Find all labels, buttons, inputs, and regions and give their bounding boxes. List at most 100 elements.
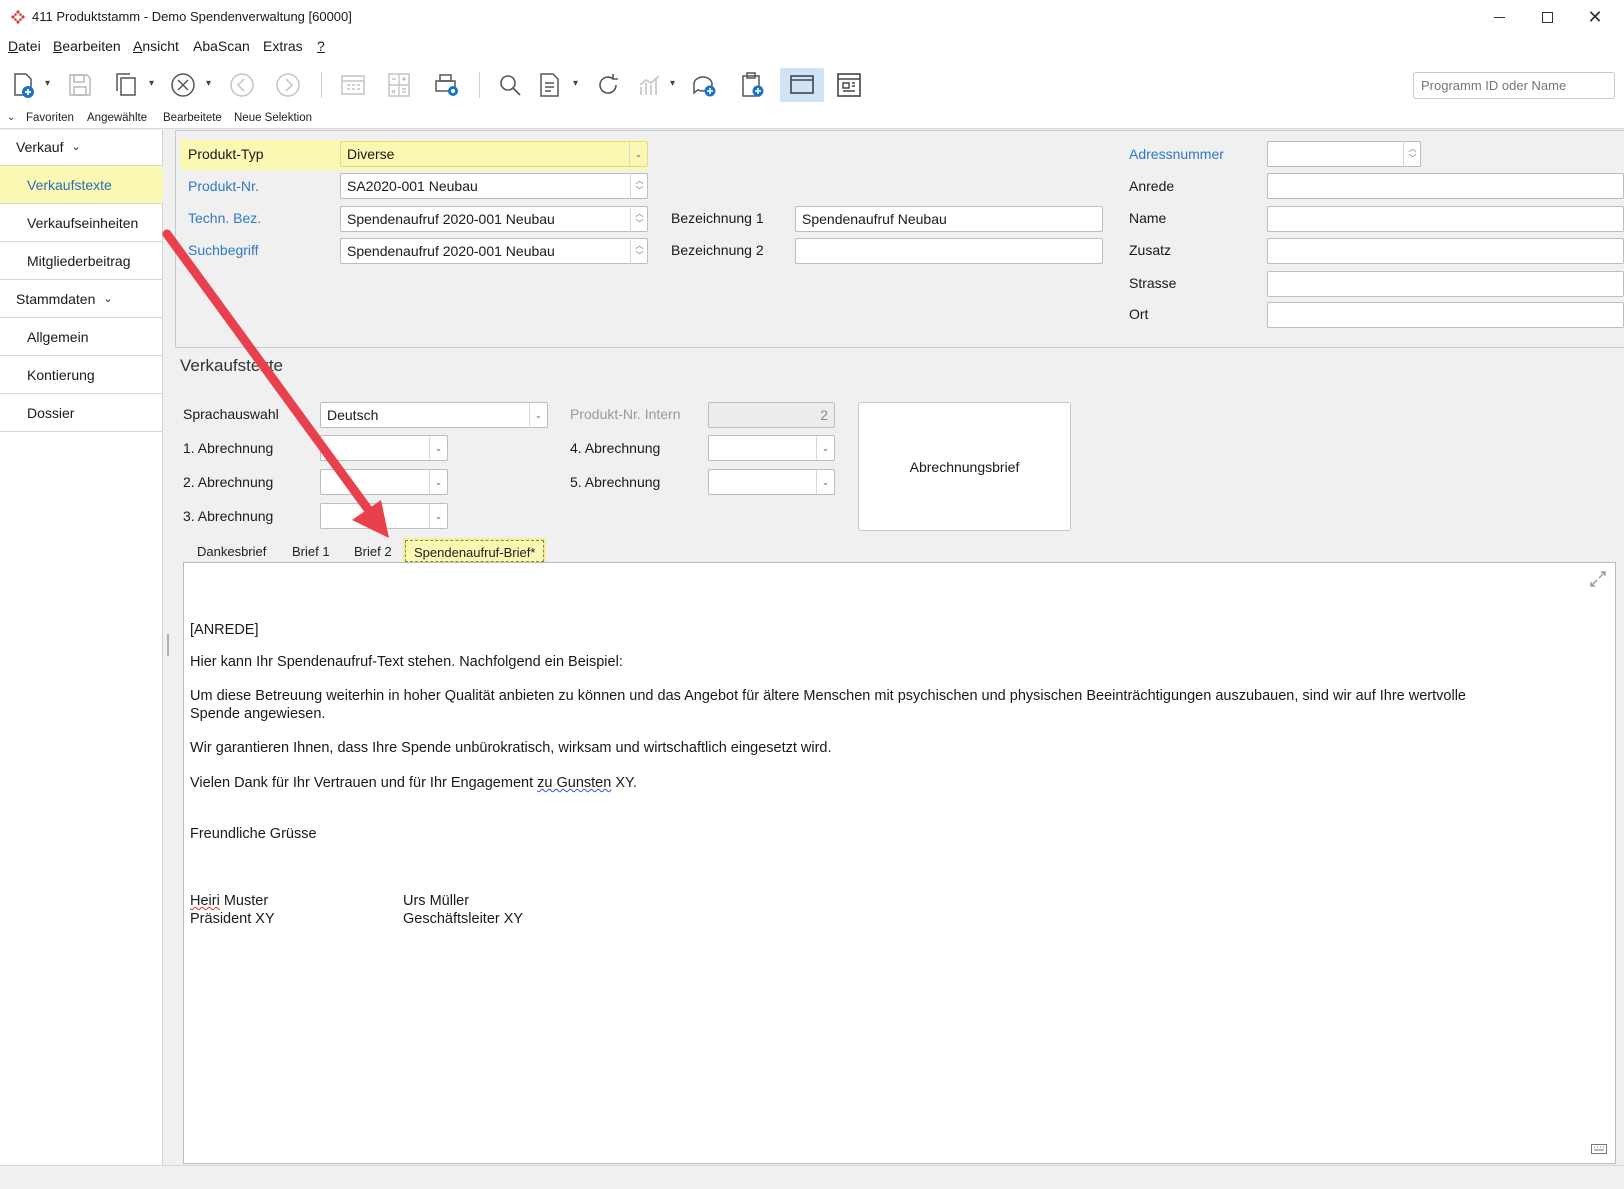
- produkt-nr-label[interactable]: Produkt-Nr.: [188, 178, 259, 194]
- sidebar-group-verkauf[interactable]: Verkauf ⌄: [0, 128, 163, 166]
- fav-bearbeitete[interactable]: Bearbeitete: [163, 112, 222, 124]
- sidebar-item-verkaufseinheiten[interactable]: Verkaufseinheiten: [0, 204, 163, 242]
- sidebar-item-allgemein[interactable]: Allgemein: [0, 318, 163, 356]
- adressnummer-spinner[interactable]: ︿ ﹀: [1403, 141, 1421, 167]
- menu-help[interactable]: ?: [317, 38, 325, 54]
- techn-bez-label[interactable]: Techn. Bez.: [188, 210, 261, 226]
- editor-paragraph-2-line-2: Spende angewiesen.: [190, 706, 326, 722]
- chart-button[interactable]: [633, 68, 667, 102]
- layout-button[interactable]: [832, 68, 866, 102]
- tab-spendenaufruf-brief[interactable]: Spendenaufruf-Brief*: [402, 538, 547, 564]
- sidebar-item-kontierung[interactable]: Kontierung: [0, 356, 163, 394]
- suchbegriff-label[interactable]: Suchbegriff: [188, 242, 259, 258]
- tab-brief-1[interactable]: Brief 1: [284, 540, 338, 562]
- bezeichnung1-field[interactable]: Spendenaufruf Neubau: [795, 206, 1103, 232]
- toolbar-separator: [321, 72, 322, 98]
- chevron-down-icon[interactable]: ⌄: [429, 436, 447, 460]
- calculator-icon: [388, 73, 410, 97]
- forward-button[interactable]: [271, 68, 305, 102]
- editor-signature-1-name: Heiri Muster: [190, 893, 269, 909]
- export-dropdown-chevron-icon[interactable]: ▾: [573, 78, 578, 89]
- abrechnung2-label: 2. Abrechnung: [183, 474, 274, 490]
- editor-paragraph-1: Hier kann Ihr Spendenaufruf-Text stehen.…: [190, 654, 623, 670]
- suchbegriff-spinner[interactable]: ︿ ﹀: [630, 238, 648, 264]
- chevron-down-icon[interactable]: ⌄: [816, 436, 834, 460]
- screen-icon: [790, 75, 814, 94]
- tab-dankesbrief[interactable]: Dankesbrief: [189, 540, 274, 562]
- chevron-down-icon: ﹀: [1408, 154, 1417, 163]
- chart-dropdown-chevron-icon[interactable]: ▾: [670, 78, 675, 89]
- abrechnungsbrief-button[interactable]: Abrechnungsbrief: [858, 402, 1071, 531]
- produkt-nr-spinner[interactable]: ︿ ﹀: [630, 173, 648, 199]
- copy-icon: [116, 73, 136, 96]
- chevron-down-icon[interactable]: ⌄: [429, 504, 447, 528]
- menu-extras[interactable]: Extras: [263, 38, 303, 54]
- back-button[interactable]: [225, 68, 259, 102]
- suchbegriff-field[interactable]: Spendenaufruf 2020-001 Neubau: [340, 238, 648, 264]
- chevron-down-icon[interactable]: ⌄: [629, 142, 647, 166]
- adressnummer-field[interactable]: [1267, 141, 1421, 167]
- maximize-button[interactable]: [1524, 0, 1570, 34]
- fav-angewaehlte[interactable]: Angewählte: [87, 112, 147, 124]
- chevron-down-icon[interactable]: ⌄: [816, 470, 834, 494]
- cancel-button[interactable]: [166, 68, 200, 102]
- close-icon: ✕: [1587, 6, 1603, 27]
- ort-label: Ort: [1129, 306, 1149, 322]
- grid-button[interactable]: [336, 68, 370, 102]
- copy-dropdown-chevron-icon[interactable]: ▾: [149, 78, 154, 89]
- minimize-button[interactable]: [1476, 0, 1522, 34]
- abacus-logo-icon: [11, 10, 25, 24]
- chevron-down-icon: ﹀: [635, 186, 644, 195]
- abrechnung1-label: 1. Abrechnung: [183, 440, 274, 456]
- favorites-collapse-chevron-icon[interactable]: ⌄: [7, 112, 15, 123]
- name-field[interactable]: [1267, 206, 1624, 232]
- sidebar-group-stammdaten[interactable]: Stammdaten ⌄: [0, 280, 163, 318]
- anrede-field[interactable]: [1267, 173, 1624, 199]
- abrechnung4-label: 4. Abrechnung: [570, 440, 661, 456]
- section-title: Verkaufstexte: [180, 356, 284, 375]
- keyboard-icon[interactable]: [1591, 1144, 1607, 1154]
- program-search-input[interactable]: [1413, 72, 1615, 99]
- produkt-typ-select[interactable]: Diverse: [340, 141, 648, 167]
- sidebar-item-dossier[interactable]: Dossier: [0, 394, 163, 432]
- clipboard-add-button[interactable]: [735, 68, 769, 102]
- screen-view-button[interactable]: [780, 68, 824, 102]
- menu-datei[interactable]: Datei: [8, 38, 41, 54]
- sidebar-item-verkaufstexte[interactable]: Verkaufstexte: [0, 166, 163, 204]
- new-document-button[interactable]: [6, 68, 40, 102]
- menu-abascan[interactable]: AbaScan: [193, 38, 250, 54]
- print-settings-button[interactable]: [430, 68, 464, 102]
- chevron-down-icon[interactable]: ⌄: [429, 470, 447, 494]
- save-button[interactable]: [63, 68, 97, 102]
- editor-anrede: [ANREDE]: [190, 622, 259, 638]
- cancel-dropdown-chevron-icon[interactable]: ▾: [206, 78, 211, 89]
- fav-favoriten[interactable]: Favoriten: [26, 112, 74, 124]
- maximize-icon: [1541, 11, 1553, 23]
- copy-button[interactable]: [109, 68, 143, 102]
- splitter-handle[interactable]: [167, 634, 169, 656]
- sprachauswahl-select[interactable]: Deutsch: [320, 402, 548, 428]
- menu-ansicht[interactable]: Ansicht: [133, 38, 179, 54]
- produkt-nr-field[interactable]: SA2020-001 Neubau: [340, 173, 648, 199]
- comment-button[interactable]: [687, 68, 721, 102]
- export-button[interactable]: [533, 68, 567, 102]
- techn-bez-field[interactable]: Spendenaufruf 2020-001 Neubau: [340, 206, 648, 232]
- expand-icon[interactable]: [1590, 571, 1606, 587]
- refresh-button[interactable]: [591, 68, 625, 102]
- search-button[interactable]: [493, 68, 527, 102]
- chevron-down-icon[interactable]: ⌄: [529, 403, 547, 427]
- new-dropdown-chevron-icon[interactable]: ▾: [45, 78, 50, 89]
- strasse-field[interactable]: [1267, 271, 1624, 297]
- close-button[interactable]: ✕: [1572, 0, 1618, 34]
- bezeichnung2-field[interactable]: [795, 238, 1103, 264]
- zusatz-field[interactable]: [1267, 238, 1624, 264]
- adressnummer-label[interactable]: Adressnummer: [1129, 146, 1224, 162]
- name-label: Name: [1129, 210, 1167, 226]
- tab-brief-2[interactable]: Brief 2: [346, 540, 400, 562]
- sidebar-item-mitgliederbeitrag[interactable]: Mitgliederbeitrag: [0, 242, 163, 280]
- techn-bez-spinner[interactable]: ︿ ﹀: [630, 206, 648, 232]
- fav-neue-selektion[interactable]: Neue Selektion: [234, 112, 312, 124]
- ort-field[interactable]: [1267, 302, 1624, 328]
- menu-bearbeiten[interactable]: Bearbeiten: [53, 38, 121, 54]
- calculator-button[interactable]: [382, 68, 416, 102]
